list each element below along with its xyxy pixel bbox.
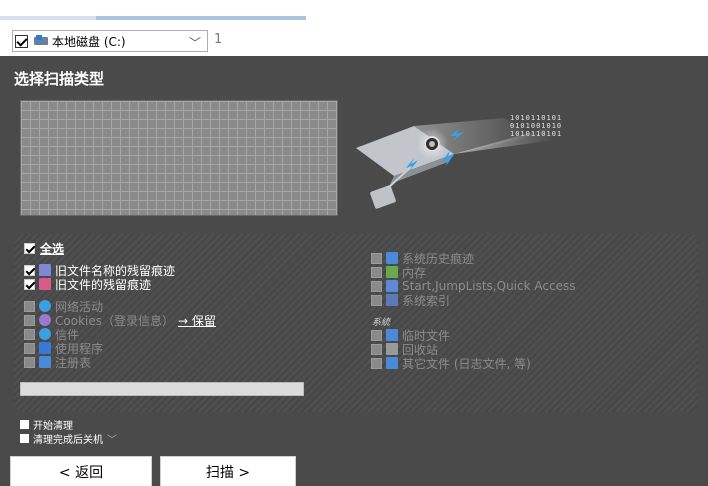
step-indicator: [0, 16, 306, 20]
option-label: 内存: [402, 265, 427, 280]
option-checkbox[interactable]: [371, 266, 382, 278]
list-icon: [39, 264, 51, 276]
start-clean-label: 开始清理: [33, 421, 73, 432]
start-clean-option[interactable]: 开始清理: [20, 417, 73, 432]
select-all-label[interactable]: 全选: [40, 240, 64, 257]
option-checkbox[interactable]: [371, 294, 382, 306]
drive-checkbox[interactable]: [15, 34, 28, 48]
cookie-icon: [39, 314, 51, 326]
option-checkbox[interactable]: [371, 357, 382, 369]
start-clean-checkbox[interactable]: [20, 420, 29, 429]
memory-icon: [386, 266, 398, 278]
option-cookies[interactable]: Cookies（登录信息） → 保留: [24, 312, 216, 329]
index-icon: [386, 294, 398, 306]
recycle-bin-icon: [386, 343, 398, 355]
file-grid-icon: [39, 278, 51, 290]
option-label: 注册表: [55, 355, 92, 370]
scan-progress-bar: [20, 382, 304, 396]
globe-icon: [39, 300, 51, 312]
binary-line: 1010110101: [510, 114, 563, 122]
binary-line: 0101001010: [510, 122, 563, 130]
keep-cookies-link[interactable]: → 保留: [178, 312, 216, 329]
option-checkbox[interactable]: [24, 264, 35, 276]
option-checkbox[interactable]: [24, 300, 35, 312]
option-checkbox[interactable]: [24, 356, 35, 368]
shutdown-label: 清理完成后关机: [33, 435, 103, 446]
back-button[interactable]: < 返回: [10, 456, 152, 486]
option-checkbox[interactable]: [371, 329, 382, 341]
other-files-icon: [386, 357, 398, 369]
option-checkbox[interactable]: [24, 314, 35, 326]
option-system-index[interactable]: 系统索引: [371, 293, 451, 308]
option-label: 其它文件 (日志文件, 等): [402, 356, 531, 371]
binary-line: 1010110101: [510, 130, 563, 138]
panel-title: 选择扫描类型: [14, 70, 105, 88]
select-all-checkbox[interactable]: [24, 242, 35, 254]
registry-icon: [39, 356, 51, 368]
scan-panel: 选择扫描类型 1010110101 0101001010 1010110101: [0, 56, 708, 448]
start-icon: [386, 280, 398, 292]
program-icon: [39, 342, 51, 354]
top-strip: [0, 0, 708, 28]
option-checkbox[interactable]: [24, 328, 35, 340]
option-label: 旧文件的残留痕迹: [55, 277, 152, 292]
button-row: < 返回 扫描 >: [0, 448, 708, 486]
system-section-header: 系統: [372, 318, 391, 328]
drive-select[interactable]: 本地磁盘 (C:) ﹀: [12, 30, 208, 52]
drive-label: 本地磁盘 (C:): [52, 34, 126, 49]
shutdown-checkbox[interactable]: [20, 434, 29, 443]
chevron-down-icon[interactable]: ﹀: [189, 34, 201, 51]
option-checkbox[interactable]: [371, 343, 382, 355]
history-icon: [386, 252, 398, 264]
scan-button[interactable]: 扫描 >: [160, 456, 296, 486]
drive-count: 1: [214, 32, 223, 47]
drive-row: 本地磁盘 (C:) ﹀ 1: [0, 28, 708, 56]
select-all-option[interactable]: 全选: [24, 240, 64, 257]
mail-icon: [39, 328, 51, 340]
disk-map-grid: [20, 100, 338, 216]
option-other-files[interactable]: 其它文件 (日志文件, 等): [371, 356, 531, 371]
option-memory[interactable]: 内存: [371, 265, 427, 280]
temp-file-icon: [386, 329, 398, 341]
option-checkbox[interactable]: [24, 278, 35, 290]
option-old-files[interactable]: 旧文件的残留痕迹: [24, 277, 152, 292]
chevron-down-icon[interactable]: ﹀: [107, 431, 117, 446]
option-registry[interactable]: 注册表: [24, 355, 92, 370]
hard-drive-icon: [34, 35, 48, 47]
option-checkbox[interactable]: [371, 252, 382, 264]
option-checkbox[interactable]: [24, 342, 35, 354]
option-label: 系统索引: [402, 293, 451, 308]
option-checkbox[interactable]: [371, 280, 382, 292]
shutdown-option[interactable]: 清理完成后关机 ﹀: [20, 431, 117, 446]
binary-stream: 1010110101 0101001010 1010110101: [510, 114, 562, 138]
